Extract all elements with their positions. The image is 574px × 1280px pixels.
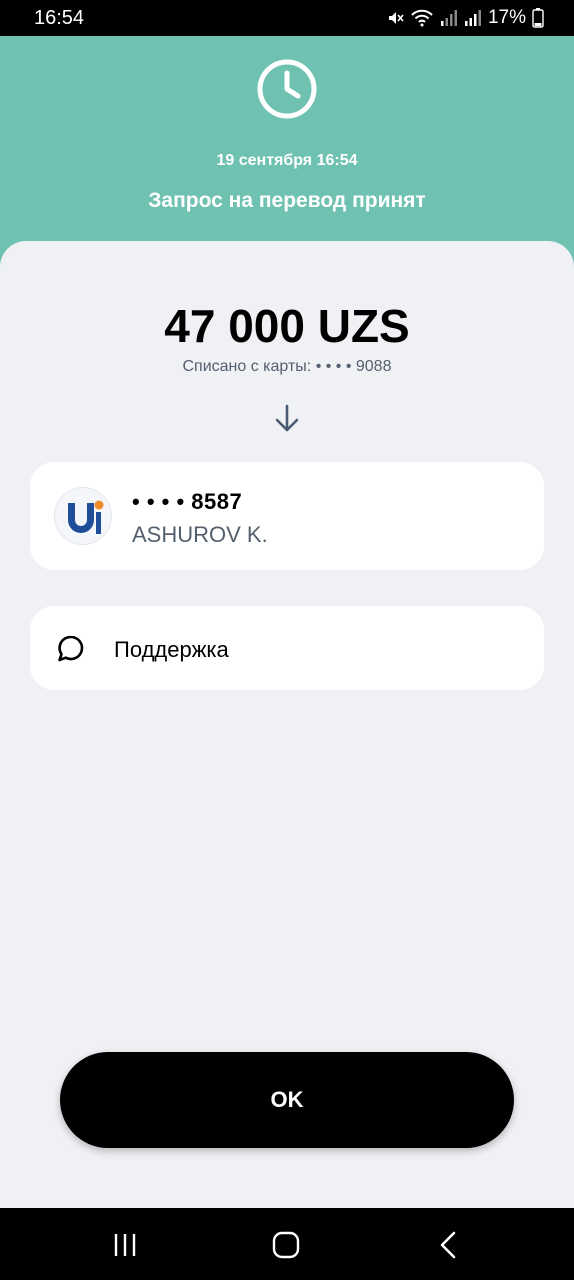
signal-icon [440, 10, 457, 26]
battery-percent: 17% [487, 7, 526, 28]
status-icons: 17% [386, 7, 544, 29]
wifi-icon [411, 9, 433, 27]
status-header: 19 сентября 16:54 Запрос на перевод прин… [0, 36, 574, 266]
status-time: 16:54 [34, 6, 85, 29]
home-icon[interactable] [269, 1228, 303, 1262]
signal-icon [464, 10, 481, 26]
battery-icon [532, 8, 544, 28]
chat-bubble-icon [58, 635, 84, 662]
ok-button[interactable]: OK [60, 1052, 514, 1148]
support-label: Поддержка [114, 637, 229, 662]
transfer-date: 19 сентября 16:54 [216, 152, 358, 169]
arrow-down-icon [275, 404, 299, 432]
recipient-card[interactable]: • • • • 8587 ASHUROV K. [30, 462, 544, 570]
recipient-card-number: • • • • 8587 [132, 489, 243, 514]
debited-card: Списано с карты: • • • • 9088 [182, 358, 392, 375]
transfer-status-title: Запрос на перевод принят [148, 189, 426, 212]
recent-apps-icon[interactable] [108, 1228, 142, 1262]
status-bar: 16:54 17% [0, 0, 574, 36]
recipient-name: ASHUROV K. [132, 522, 268, 547]
back-icon[interactable] [432, 1228, 466, 1262]
mute-icon [388, 12, 404, 24]
clock-icon [257, 59, 317, 119]
transfer-amount: 47 000 UZS [164, 300, 410, 352]
system-nav-bar [0, 1208, 574, 1280]
support-button[interactable]: Поддержка [30, 606, 544, 690]
bank-logo-icon [54, 487, 112, 545]
